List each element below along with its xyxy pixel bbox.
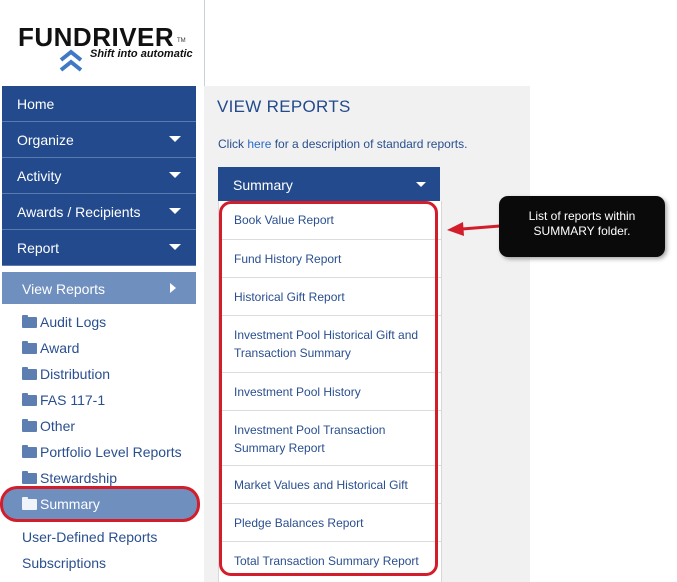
left-sidebar: FUNDRIVER TM Shift into automatic Home O… <box>0 0 205 582</box>
folder-icon <box>22 497 37 510</box>
folder-item-other[interactable]: Other <box>22 415 182 441</box>
folder-label: Audit Logs <box>40 314 107 330</box>
description-here-link[interactable]: here <box>247 137 271 151</box>
nav-item-label: Awards / Recipients <box>17 204 141 220</box>
folder-item-audit-logs[interactable]: Audit Logs <box>22 311 182 337</box>
chevron-down-icon <box>169 172 181 178</box>
nav-item-label: Report <box>17 240 60 256</box>
report-folder-list: Audit Logs Award Distribution FAS 117-1 … <box>22 311 182 493</box>
main-nav: Home Organize Activity Awards / Recipien… <box>2 86 196 266</box>
sidebar-link-subscriptions[interactable]: Subscriptions <box>22 552 157 578</box>
logo-tagline: Shift into automatic <box>90 48 193 60</box>
folder-icon <box>22 393 37 406</box>
folder-item-distribution[interactable]: Distribution <box>22 363 182 389</box>
nav-item-home[interactable]: Home <box>2 86 196 122</box>
nav-item-organize[interactable]: Organize <box>2 122 196 158</box>
folder-label: FAS 117-1 <box>40 392 106 408</box>
chevron-down-icon <box>169 136 181 142</box>
sidebar-item-label: View Reports <box>22 281 106 297</box>
annotation-callout: List of reports within SUMMARY folder. <box>499 196 665 257</box>
folder-item-award[interactable]: Award <box>22 337 182 363</box>
folder-label: Other <box>40 418 76 434</box>
sidebar-lower-links: User-Defined Reports Subscriptions <box>22 526 157 578</box>
report-folder-dropdown[interactable]: Summary <box>218 167 440 201</box>
folder-item-summary-selected[interactable]: Summary <box>3 489 197 519</box>
dropdown-value: Summary <box>233 177 293 193</box>
description-suffix: for a description of standard reports. <box>271 137 468 151</box>
chevron-up-logo-icon <box>59 49 83 72</box>
folder-label: Distribution <box>40 366 111 382</box>
folder-label: Portfolio Level Reports <box>40 444 182 460</box>
sidebar-item-view-reports[interactable]: View Reports <box>2 272 196 304</box>
sidebar-link-user-defined-reports[interactable]: User-Defined Reports <box>22 526 157 552</box>
nav-item-report[interactable]: Report <box>2 230 196 266</box>
report-list-highlight <box>219 201 438 576</box>
nav-item-awards-recipients[interactable]: Awards / Recipients <box>2 194 196 230</box>
folder-icon <box>22 367 37 380</box>
chevron-down-icon <box>416 182 426 187</box>
chevron-down-icon <box>169 244 181 250</box>
chevron-down-icon <box>169 208 181 214</box>
folder-label: Summary <box>40 496 100 512</box>
folder-label: Stewardship <box>40 470 118 486</box>
page-title: VIEW REPORTS <box>217 97 351 116</box>
folder-icon <box>22 471 37 484</box>
folder-icon <box>22 445 37 458</box>
logo-trademark: TM <box>177 38 186 44</box>
folder-item-summary: Summary <box>22 493 100 519</box>
description-text: Click here for a description of standard… <box>218 137 467 151</box>
nav-item-activity[interactable]: Activity <box>2 158 196 194</box>
nav-item-label: Home <box>17 96 55 112</box>
folder-icon <box>22 341 37 354</box>
fundriver-logo[interactable]: FUNDRIVER TM Shift into automatic <box>18 22 208 74</box>
folder-label: Award <box>40 340 80 356</box>
folder-item-portfolio-level-reports[interactable]: Portfolio Level Reports <box>22 441 182 467</box>
description-prefix: Click <box>218 137 248 151</box>
nav-item-label: Organize <box>17 132 74 148</box>
nav-item-label: Activity <box>17 168 62 184</box>
folder-icon <box>22 419 37 432</box>
folder-icon <box>22 315 37 328</box>
folder-item-fas-117-1[interactable]: FAS 117-1 <box>22 389 182 415</box>
chevron-right-icon <box>170 283 176 293</box>
